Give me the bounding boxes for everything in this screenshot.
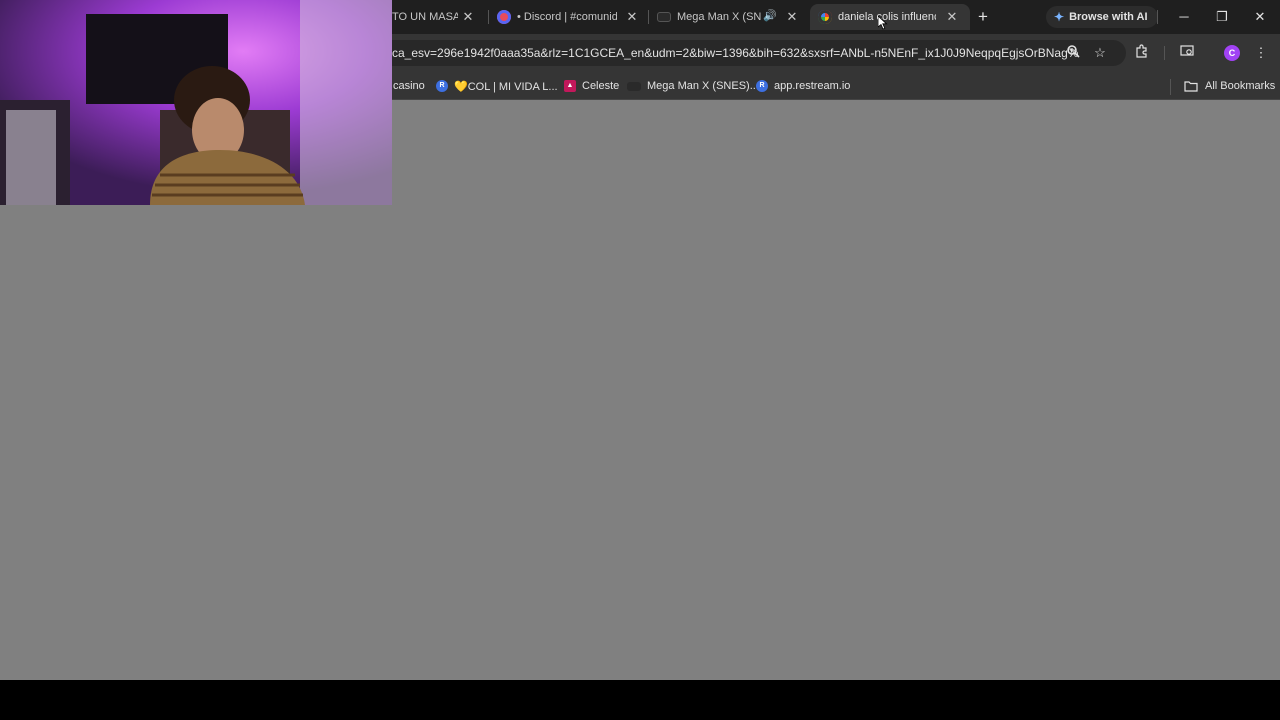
all-bookmarks-button[interactable]: All Bookmarks — [1184, 77, 1275, 95]
speaker-icon[interactable]: 🔊 — [763, 9, 777, 22]
game-controller-icon — [627, 81, 641, 91]
folder-icon — [1184, 81, 1198, 92]
stream-bottom-bar — [0, 680, 1280, 720]
google-icon — [818, 10, 832, 24]
bookmark-casino[interactable]: casino — [393, 77, 425, 95]
tab-separator — [648, 10, 649, 24]
bookmark-restream[interactable]: R app.restream.io — [756, 77, 850, 95]
address-bar[interactable]: ca_esv=296e1942f0aaa35a&rlz=1C1GCEA_en&u… — [392, 40, 1126, 66]
bookmark-label: casino — [393, 80, 425, 92]
webcam-overlay — [0, 0, 392, 205]
tab-search-icon[interactable] — [1178, 44, 1196, 62]
separator — [1164, 46, 1165, 60]
celeste-icon: ▲ — [564, 80, 576, 92]
close-icon[interactable]: ✕ — [624, 9, 640, 25]
webcam-image — [0, 0, 392, 205]
discord-icon — [497, 10, 511, 24]
tab-discord[interactable]: • Discord | #comunidad ✕ — [497, 4, 643, 30]
profile-avatar[interactable]: C — [1224, 45, 1240, 61]
zoom-icon[interactable] — [1064, 44, 1082, 62]
game-controller-icon — [657, 12, 671, 22]
restream-icon: R — [756, 80, 768, 92]
mouse-cursor-icon — [878, 16, 888, 30]
tab-megaman[interactable]: Mega Man X (SNES 🔊 ✕ — [657, 4, 803, 30]
sparkle-icon: ✦ — [1054, 10, 1065, 24]
close-icon[interactable]: ✕ — [944, 9, 960, 25]
tab-massage[interactable]: TO UN MASAJE ✕ — [392, 4, 484, 30]
restore-icon[interactable]: ❐ — [1213, 8, 1231, 26]
bookmark-star-icon[interactable]: ☆ — [1091, 44, 1109, 62]
menu-icon[interactable]: ⋮ — [1252, 44, 1270, 62]
all-bookmarks-label: All Bookmarks — [1205, 80, 1276, 92]
tab-title: • Discord | #comunidad — [517, 11, 617, 23]
browse-with-ai-button[interactable]: ✦ Browse with AI — [1046, 6, 1158, 28]
bookmark-label: Celeste — [582, 80, 620, 92]
tab-separator — [488, 10, 489, 24]
tab-google-search[interactable]: daniela colis influencer ✕ — [810, 4, 970, 30]
bookmark-label: 💛COL | MI VIDA L... — [454, 80, 558, 93]
tab-title: Mega Man X (SNES — [677, 11, 761, 23]
tab-title: TO UN MASAJE — [392, 11, 458, 23]
window-close-icon[interactable]: ✕ — [1251, 8, 1269, 26]
bookmark-celeste[interactable]: ▲ Celeste — [564, 77, 619, 95]
minimize-icon[interactable]: ─ — [1175, 8, 1193, 26]
bookmark-megaman[interactable]: Mega Man X (SNES)... — [627, 77, 759, 95]
bookmark-label: app.restream.io — [774, 80, 851, 92]
close-icon[interactable]: ✕ — [460, 9, 476, 25]
browse-ai-label: Browse with AI — [1069, 11, 1148, 23]
new-tab-button[interactable]: + — [974, 8, 992, 26]
bookmark-col-mi-vida[interactable]: R 💛COL | MI VIDA L... — [436, 77, 558, 95]
extensions-icon[interactable] — [1133, 44, 1151, 62]
url-text[interactable]: ca_esv=296e1942f0aaa35a&rlz=1C1GCEA_en&u… — [392, 46, 1078, 60]
close-icon[interactable]: ✕ — [784, 9, 800, 25]
bookmark-label: Mega Man X (SNES)... — [647, 80, 759, 92]
bookmarks-divider — [1170, 79, 1171, 95]
separator — [1157, 10, 1158, 24]
restream-icon: R — [436, 80, 448, 92]
